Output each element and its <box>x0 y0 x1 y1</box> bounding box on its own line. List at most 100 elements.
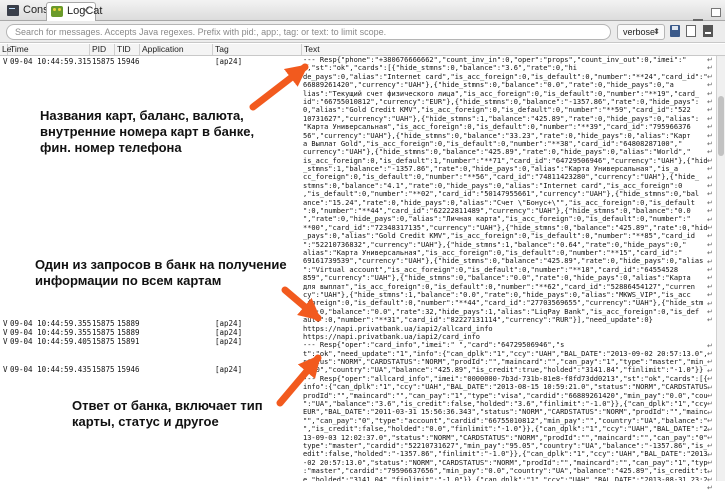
log-text-line: _foreign":0,"is_default":0,"number":"**4… <box>303 299 704 308</box>
wrap-icon: ↵ <box>707 225 713 232</box>
search-input[interactable]: Search for messages. Accepts Java regexe… <box>6 24 611 40</box>
wrap-icon: ↵ <box>707 183 713 190</box>
wrap-icon: ↵ <box>707 292 713 300</box>
row-tag: [ap24] <box>215 365 243 374</box>
wrap-icon: ↵ <box>707 250 713 258</box>
column-header-pid[interactable]: PID <box>90 44 115 55</box>
log-text-line: "Карта Универсальная","is_acc_foreign":0… <box>303 123 691 132</box>
log-text-line: **00","card_id":"72348317135","currency"… <box>303 223 707 232</box>
log-text-line: 66889261420","currency":"UAH"},{"hide_st… <box>303 81 674 90</box>
log-text-line: :"master","cardid":"79596637656","min_pa… <box>303 467 707 476</box>
row-time: 09-04 10:44:59.315 <box>10 57 92 66</box>
wrap-icon: ↵ <box>707 241 713 249</box>
wrap-icon: ↵ <box>707 418 713 426</box>
log-text-line: ":"0","country":"UA","balance":"425.89",… <box>303 366 704 375</box>
wrap-icon: ↵ <box>707 359 713 367</box>
log-text-line: а Выплат Gold","is_acc_foreign":0,"is_de… <box>303 139 683 148</box>
log-text-line: --- Resp{"oper":"card_info","imei":" ","… <box>303 341 565 350</box>
scrollbar-thumb[interactable] <box>718 96 724 156</box>
clear-log-icon[interactable] <box>686 25 697 37</box>
log-text-line: ns":0,"balance":"0.0","rate":32,"hide_pa… <box>303 307 700 316</box>
row-pid: 15875 <box>92 337 115 346</box>
log-message-text[interactable]: --- Resp{"phone":"+380676666662","count_… <box>303 56 707 481</box>
tab-logcat[interactable]: LogCat ✕ <box>46 2 102 21</box>
wrap-icon: ↵ <box>707 468 713 476</box>
wrap-icon: ↵ <box>707 317 713 325</box>
log-text-line: 0,"alias":"Gold Credit KMV","is_acc_fore… <box>303 106 691 115</box>
wrap-icon: ↵ <box>707 82 713 90</box>
logcat-toolbar: Search for messages. Accepts Java regexe… <box>0 21 725 43</box>
vertical-scrollbar[interactable] <box>716 56 725 481</box>
annotation-allcard-request: Один из запросов в банк на получение инф… <box>35 257 287 288</box>
wrap-icon: ↵ <box>707 460 713 468</box>
wrap-icon: ↵ <box>707 216 713 224</box>
maximize-icon[interactable] <box>711 8 721 17</box>
log-text-line: ault":0,"number":"**31","card_id":"82227… <box>303 316 653 325</box>
wrap-icon: ↵ <box>707 393 713 400</box>
log-text-line: EUR","BAL_DATE":"2011-03-31 15:56:36.343… <box>303 408 707 417</box>
wrap-icon: ↵ <box>707 409 713 417</box>
log-text-line: -02 20:57:13.0","status":"NORM","CARDSTA… <box>303 458 707 467</box>
save-icon[interactable] <box>670 25 680 37</box>
column-header-text[interactable]: Text <box>302 44 716 55</box>
column-header-level[interactable]: Le <box>0 44 11 55</box>
column-header-tid[interactable]: TID <box>115 44 140 55</box>
toolbar-actions <box>670 25 715 43</box>
row-tid: 15891 <box>117 337 140 346</box>
log-text-line: type":"master","cardid":"52210731627","m… <box>303 441 707 450</box>
close-icon[interactable]: ✕ <box>82 3 90 20</box>
log-text-line: ","rate":0,"hide_pays":0,"alias":"Личная… <box>303 215 691 224</box>
log-text-line: 69161739539","currency":"UAH"},{"hide_st… <box>303 257 704 266</box>
log-text-line: ance":"15.24","rate":0,"hide_pays":0,"al… <box>303 198 695 207</box>
log-text-line: prodId":"","maincard":"","can_pay":"1","… <box>303 391 707 400</box>
row-level: V <box>3 57 8 66</box>
view-controls <box>689 4 721 22</box>
log-text-line: 13-09-03 12:02:37.0","status":"NORM","CA… <box>303 433 707 442</box>
wrap-icon: ↵ <box>707 426 713 434</box>
wrap-icon: ↵ <box>707 435 713 442</box>
log-text-line: edit":false,"holded":"-1357.86","finlimi… <box>303 450 707 459</box>
log-text-line: _pays":0,"alias":"Gold Credit KMV","is_a… <box>303 232 695 241</box>
log-text-line: ":"Virtual account","is_acc_foreign":0,"… <box>303 265 679 274</box>
wrap-icon: ↵ <box>707 73 713 81</box>
wrap-icon: ↵ <box>707 90 713 98</box>
scroll-lock-icon[interactable] <box>702 25 713 37</box>
log-level-select[interactable]: verbose ⬍ <box>617 24 665 40</box>
wrap-icon: ↵ <box>707 199 713 207</box>
column-header-tag[interactable]: Tag <box>213 44 302 55</box>
wrap-icon: ↵ <box>707 258 713 266</box>
log-text-line: cc_foreign":0,"is_default":0,"number":"*… <box>303 173 700 182</box>
column-header-time[interactable]: Time <box>8 44 90 55</box>
log-text-line: stmns":0,"balance":"4.1","rate":0,"hide_… <box>303 181 683 190</box>
wrap-icon: ↵ <box>707 208 713 216</box>
log-text-line: status":"NORM","CARDSTATUS":"NORM","prod… <box>303 358 707 367</box>
row-tid: 15946 <box>117 57 140 66</box>
wrap-icon: ↵ <box>707 124 713 132</box>
wrap-icon: ↵ <box>707 141 713 148</box>
wrap-icon: ↵ <box>707 342 713 350</box>
log-text-line: https://napi.privatbank.ua/iapi2/allcard… <box>303 324 493 333</box>
column-header-application[interactable]: Application <box>140 44 213 55</box>
wrap-icon: ↵ <box>707 157 713 165</box>
log-text-line: currency":"UAH"},{"hide_stmns":0,"balanc… <box>303 148 691 157</box>
wrap-icon: ↵ <box>707 283 713 291</box>
view-tab-bar: Console LogCat ✕ <box>0 0 725 22</box>
wrap-icon: ↵ <box>707 149 713 157</box>
annotation-card-details: Названия карт, баланс, валюта, внутренни… <box>40 108 255 155</box>
wrap-icon: ↵ <box>707 401 713 409</box>
wrap-icon: ↵ <box>707 485 713 492</box>
log-text-line: ","st":"ok","cards":[{"hide_stmns":0,"ba… <box>303 64 577 73</box>
log-text-line: --- Resp{"phone":"+380676666662","count_… <box>303 56 687 64</box>
wrap-icon: ↵ <box>707 233 713 241</box>
wrap-icon: ↵ <box>707 367 713 375</box>
row-pid: 15875 <box>92 57 115 66</box>
log-text-line: 859","currency":"UAH"},{"hide_stmns":0,"… <box>303 274 691 283</box>
wrap-icon: ↵ <box>707 57 713 64</box>
log-text-line: 56","currency":"UAH"},{"hide_stmns":0,"b… <box>303 131 691 140</box>
wrap-icon: ↵ <box>707 191 713 199</box>
console-icon <box>7 5 19 16</box>
log-table-header: Le Time PID TID Application Tag Text <box>0 44 725 56</box>
chevron-down-icon: ⬍ <box>653 27 660 36</box>
tab-console[interactable]: Console <box>3 2 63 21</box>
wrap-icon: ↵ <box>707 166 713 174</box>
